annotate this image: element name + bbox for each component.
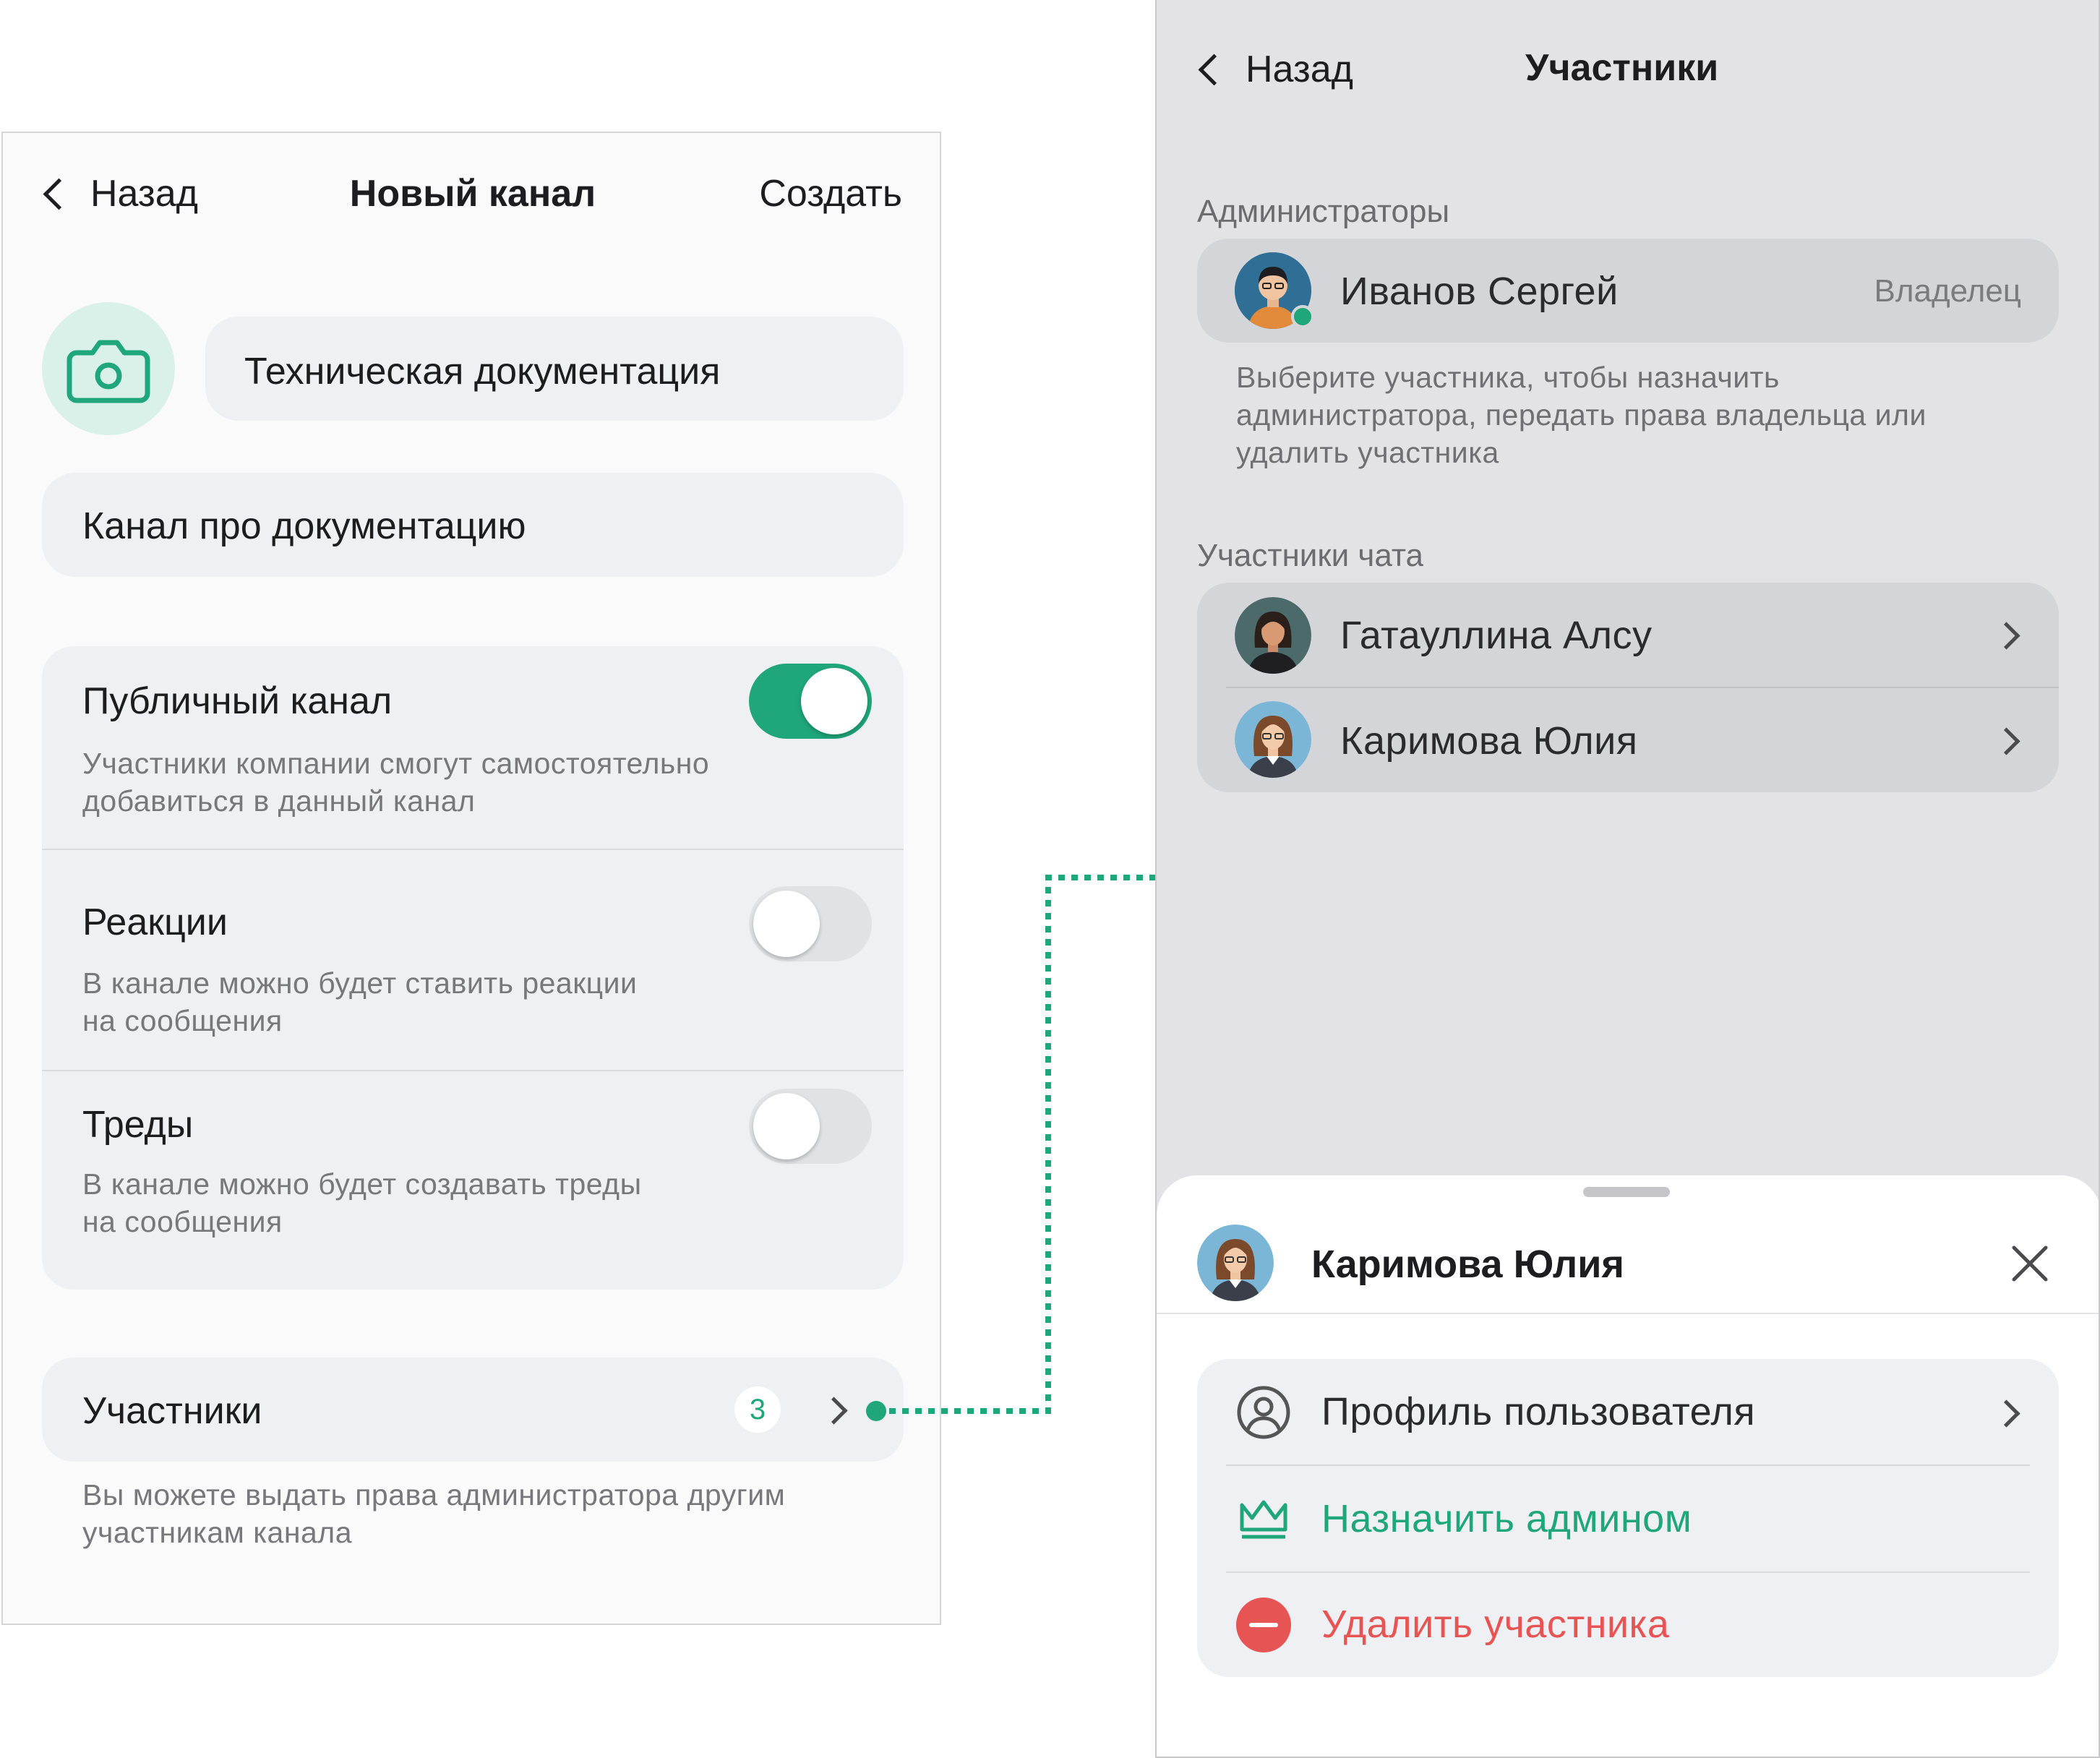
action-label: Удалить участника xyxy=(1321,1603,1670,1646)
flow-connector xyxy=(866,875,1157,1421)
setting-description: Участники компании смогут самостоятельно… xyxy=(82,747,710,818)
back-button[interactable]: Назад xyxy=(1197,46,1353,93)
members-section-label: Участники чата xyxy=(1197,538,1423,573)
new-channel-screen: Назад Новый канал Создать Техническая до… xyxy=(1,132,941,1625)
setting-title: Треды xyxy=(82,1104,194,1146)
setting-description: В канале можно будет ставить реакции на … xyxy=(82,966,638,1037)
admins-section-label: Администраторы xyxy=(1197,194,1450,229)
remove-member-action[interactable]: Удалить участника xyxy=(1197,1573,2059,1677)
action-label: Назначить админом xyxy=(1321,1497,1692,1540)
member-actions-card: Профиль пользователя Назначить админом У… xyxy=(1197,1359,2059,1677)
member-name: Гатауллина Алсу xyxy=(1340,614,1653,657)
sheet-header-divider xyxy=(1157,1313,2099,1314)
crown-icon xyxy=(1240,1500,1287,1539)
setting-title: Публичный канал xyxy=(82,680,393,722)
close-icon[interactable] xyxy=(2010,1243,2050,1284)
minus-circle-icon xyxy=(1236,1598,1291,1652)
profile-action[interactable]: Профиль пользователя xyxy=(1197,1359,2059,1465)
members-label: Участники xyxy=(82,1390,262,1432)
owner-role: Владелец xyxy=(1874,273,2021,309)
members-hint: Вы можете выдать права администратора др… xyxy=(82,1478,786,1549)
make-admin-action[interactable]: Назначить админом xyxy=(1197,1466,2059,1572)
owner-name: Иванов Сергей xyxy=(1340,270,1619,313)
channel-name-value: Техническая документация xyxy=(244,351,721,393)
chevron-right-icon xyxy=(1992,622,2020,650)
toggle-knob xyxy=(753,1093,820,1159)
members-list: Гатауллина Алсу Каримова Юлия xyxy=(1197,583,2059,792)
camera-icon xyxy=(67,340,150,403)
member-actions-sheet: Каримова Юлия Профиль пользователя Назна… xyxy=(1157,1175,2099,1757)
chevron-right-icon xyxy=(1992,727,2020,755)
user-circle-icon xyxy=(1237,1386,1290,1439)
setting-row-threads: Треды В канале можно будет создавать тре… xyxy=(42,1071,904,1290)
setting-description: В канале можно будет создавать треды на … xyxy=(82,1167,642,1238)
channel-name-field[interactable]: Техническая документация xyxy=(205,317,904,421)
chevron-left-icon xyxy=(1198,53,1230,85)
chevron-right-icon xyxy=(1992,1399,2020,1428)
channel-description-value: Канал про документацию xyxy=(82,505,526,547)
avatar xyxy=(1197,1225,1274,1301)
chevron-right-icon xyxy=(820,1397,848,1425)
back-label: Назад xyxy=(1246,48,1353,90)
members-count-badge: 3 xyxy=(734,1386,781,1433)
avatar xyxy=(1235,597,1311,674)
setting-title: Реакции xyxy=(82,901,228,943)
setting-row-public: Публичный канал Участники компании смогу… xyxy=(42,646,904,849)
admins-hint: Выберите участника, чтобы назначить адми… xyxy=(1236,361,1927,469)
toggle-knob xyxy=(801,668,867,734)
channel-photo-button[interactable] xyxy=(42,302,175,435)
public-channel-toggle[interactable] xyxy=(749,664,872,739)
online-status-dot xyxy=(1291,305,1314,328)
create-button[interactable]: Создать xyxy=(759,172,902,215)
avatar xyxy=(1235,701,1311,778)
channel-description-field[interactable]: Канал про документацию xyxy=(42,473,904,577)
members-row[interactable]: Участники 3 xyxy=(42,1358,904,1462)
setting-row-reactions: Реакции В канале можно будет ставить реа… xyxy=(42,850,904,1070)
member-name: Каримова Юлия xyxy=(1340,719,1638,763)
sheet-member-name: Каримова Юлия xyxy=(1311,1243,1624,1286)
channel-settings-card: Публичный канал Участники компании смогу… xyxy=(42,646,904,1290)
sheet-grabber[interactable] xyxy=(1583,1187,1670,1197)
toggle-knob xyxy=(753,891,820,957)
members-screen: Назад Участники Администраторы Иванов Се… xyxy=(1155,0,2100,1758)
owner-row[interactable]: Иванов Сергей Владелец xyxy=(1197,239,2059,343)
action-label: Профиль пользователя xyxy=(1321,1390,1756,1433)
page-title: Участники xyxy=(1525,47,1719,89)
member-row[interactable]: Каримова Юлия xyxy=(1197,688,2059,792)
member-row[interactable]: Гатауллина Алсу xyxy=(1197,583,2059,687)
